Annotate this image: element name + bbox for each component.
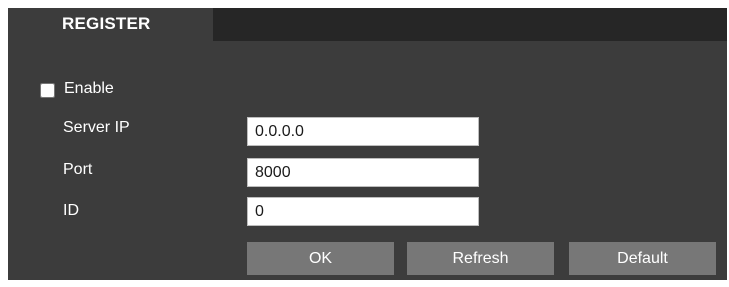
tab-bar: REGISTER (8, 8, 727, 41)
enable-label: Enable (64, 80, 114, 97)
default-button[interactable]: Default (569, 242, 716, 275)
tab-register-label: REGISTER (62, 14, 151, 33)
register-panel: REGISTER Enable Server IP Port ID OK Ref… (8, 8, 727, 280)
server-ip-label: Server IP (63, 119, 130, 136)
port-label: Port (63, 161, 93, 178)
tab-register[interactable]: REGISTER (8, 8, 213, 41)
refresh-button[interactable]: Refresh (407, 242, 554, 275)
enable-checkbox[interactable] (40, 83, 55, 98)
id-input[interactable] (247, 197, 479, 226)
port-input[interactable] (247, 158, 479, 187)
id-label: ID (63, 202, 79, 219)
ok-button[interactable]: OK (247, 242, 394, 275)
server-ip-input[interactable] (247, 117, 479, 146)
